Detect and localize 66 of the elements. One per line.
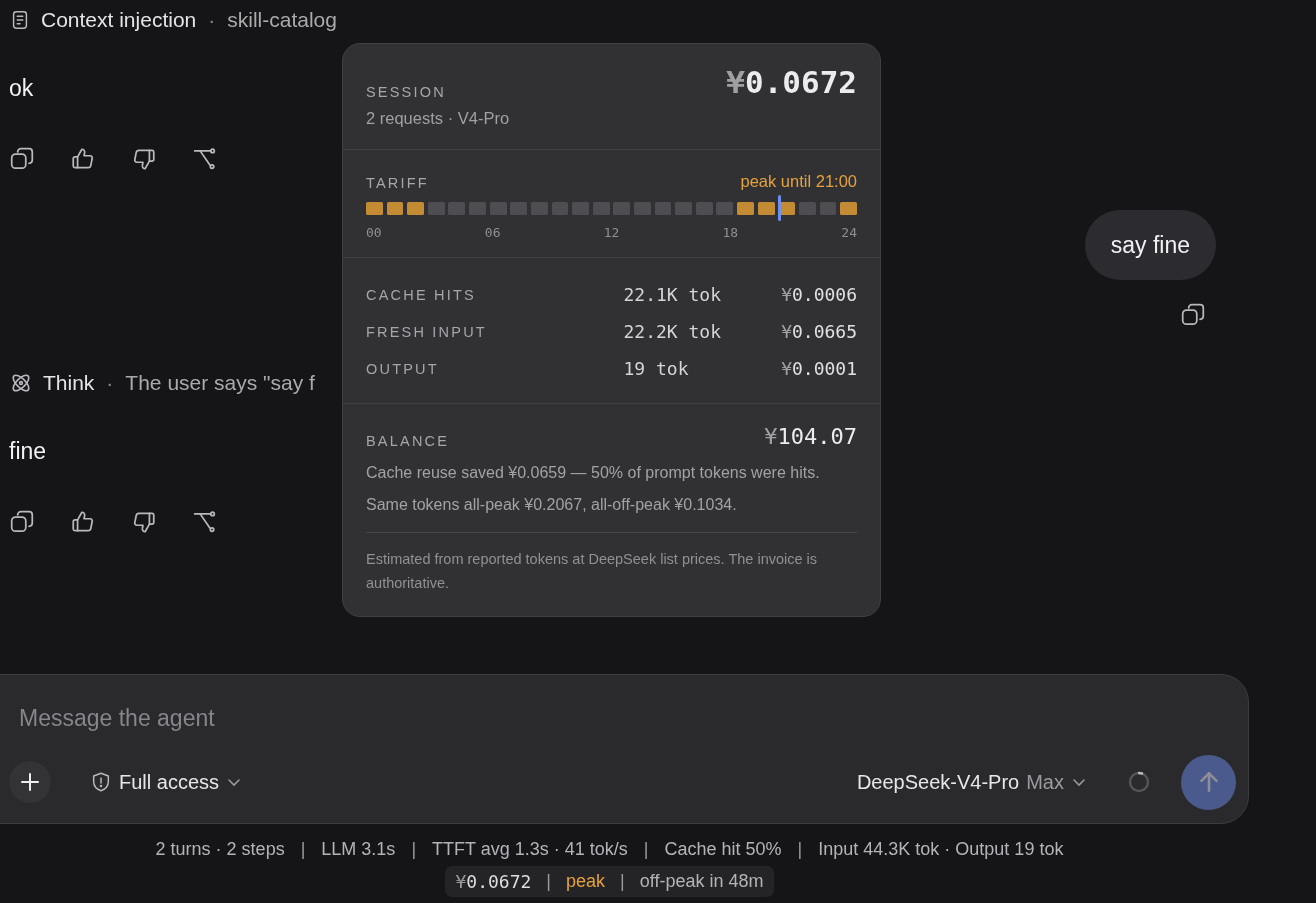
balance-amount: ¥104.07 bbox=[764, 424, 857, 449]
row-cost: ¥0.0006 bbox=[780, 284, 857, 305]
savings-note: Cache reuse saved ¥0.0659 — 50% of prompt tokens were hits. bbox=[366, 463, 821, 483]
session-detail: 2 requests · V4-Pro bbox=[366, 109, 511, 128]
thumbs-up-button[interactable] bbox=[70, 146, 96, 172]
row-cost: ¥0.0001 bbox=[780, 358, 857, 379]
separator: | bbox=[797, 838, 803, 860]
stat-text: TTFT avg 1.3s · 41 tok/s bbox=[432, 838, 628, 860]
cost-pill[interactable]: ¥0.0672 | peak | off-peak in 48m bbox=[445, 866, 774, 897]
stat-text: Input 44.3K tok · Output 19 tok bbox=[818, 838, 1064, 860]
hour-tick: 24 bbox=[841, 225, 857, 240]
section-label: BALANCE bbox=[366, 433, 450, 449]
thumbs-down-button[interactable] bbox=[131, 509, 157, 535]
separator-dot: · bbox=[105, 371, 115, 395]
disclaimer-text: Estimated from reported tokens at DeepSeek list prices. The invoice is authoritative. bbox=[366, 532, 857, 595]
session-cost: ¥0.0672 bbox=[455, 871, 532, 892]
send-button[interactable] bbox=[1181, 754, 1236, 810]
thumbs-up-button[interactable] bbox=[70, 509, 96, 535]
copy-button[interactable] bbox=[1180, 302, 1206, 328]
separator: | bbox=[620, 871, 625, 892]
separator: | bbox=[411, 838, 417, 860]
add-button[interactable] bbox=[9, 761, 51, 803]
context-detail: skill-catalog bbox=[227, 8, 337, 32]
cost-row-label: OUTPUT bbox=[366, 360, 440, 377]
cost-row-label: CACHE HITS bbox=[366, 286, 477, 303]
model-dropdown[interactable]: DeepSeek-V4-Pro Max bbox=[856, 770, 1087, 794]
copy-button[interactable] bbox=[9, 146, 35, 172]
user-message-bubble: say fine bbox=[1084, 210, 1216, 280]
stat-text: 2 turns · 2 steps bbox=[155, 838, 285, 860]
stat-text: LLM 3.1s bbox=[321, 838, 396, 860]
tariff-state: peak bbox=[566, 871, 606, 892]
section-label: TARIFF bbox=[366, 175, 429, 191]
access-dropdown[interactable]: Full access bbox=[90, 770, 243, 794]
message-input[interactable]: Message the agent bbox=[19, 704, 919, 732]
stat-text: Cache hit 50% bbox=[664, 838, 782, 860]
atom-icon bbox=[9, 371, 33, 395]
separator-dot: · bbox=[207, 8, 217, 32]
session-cost: ¥0.0672 bbox=[726, 64, 857, 100]
context-label: Context injection bbox=[41, 8, 197, 32]
hour-tick: 00 bbox=[366, 225, 382, 240]
plus-icon bbox=[20, 772, 40, 792]
token-count: 22.1K tok bbox=[623, 284, 721, 305]
copy-button[interactable] bbox=[9, 509, 35, 535]
assistant-message: fine bbox=[9, 437, 47, 465]
branch-button[interactable] bbox=[192, 146, 218, 172]
savings-note: Same tokens all-peak ¥0.2067, all-off-peak ¥0.1034. bbox=[366, 495, 738, 515]
cost-row-label: FRESH INPUT bbox=[366, 323, 488, 340]
hour-tick: 18 bbox=[722, 225, 739, 240]
hour-tick: 12 bbox=[603, 225, 620, 240]
thumbs-down-button[interactable] bbox=[131, 146, 157, 172]
token-count: 22.2K tok bbox=[623, 321, 721, 342]
token-count: 19 tok bbox=[623, 358, 690, 379]
thought-summary: The user says "say f bbox=[125, 371, 315, 395]
shield-icon bbox=[90, 771, 112, 793]
row-cost: ¥0.0665 bbox=[780, 321, 857, 342]
branch-button[interactable] bbox=[192, 509, 218, 535]
off-peak-countdown: off-peak in 48m bbox=[639, 871, 764, 892]
section-label: SESSION bbox=[366, 84, 446, 100]
assistant-message: ok bbox=[9, 74, 34, 102]
think-label: Think bbox=[43, 371, 95, 395]
hour-tick: 06 bbox=[484, 225, 501, 240]
separator: | bbox=[643, 838, 649, 860]
tariff-status: peak until 21:00 bbox=[740, 172, 857, 191]
separator: | bbox=[300, 838, 306, 860]
loading-spinner-icon bbox=[1127, 770, 1151, 794]
separator: | bbox=[546, 871, 552, 892]
